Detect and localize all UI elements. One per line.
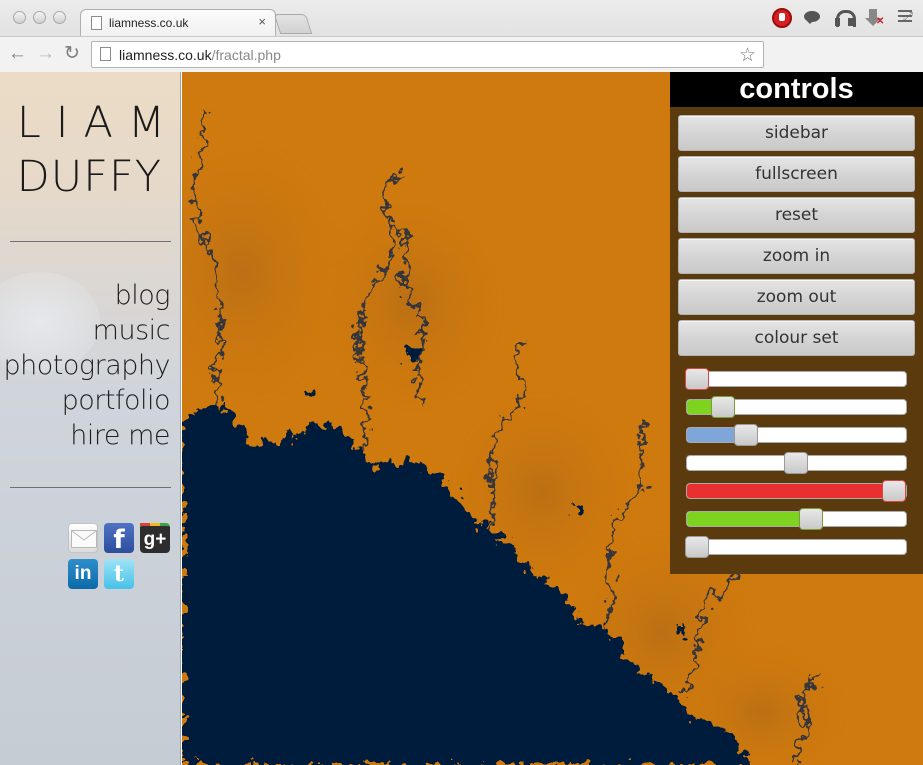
bookmark-star-icon[interactable]: ☆ — [739, 44, 756, 67]
twitter-icon[interactable]: t — [104, 559, 134, 589]
hamburger-menu-icon[interactable] — [898, 10, 912, 23]
page-content: LIAM DUFFY blog music photography portfo… — [0, 72, 923, 765]
adblock-stop-icon[interactable] — [772, 8, 792, 28]
linkedin-icon[interactable]: in — [68, 559, 98, 589]
slider-6[interactable] — [686, 508, 907, 530]
slider-handle[interactable] — [711, 396, 735, 418]
zoom-window-button[interactable] — [53, 11, 66, 24]
slider-handle[interactable] — [784, 452, 808, 474]
nav-link-hire-me[interactable]: hire me — [4, 418, 170, 453]
url-text[interactable]: liamness.co.uk/fractal.php — [119, 47, 281, 63]
tab-title: liamness.co.uk — [109, 16, 189, 30]
reload-icon[interactable]: ↻ — [64, 42, 80, 66]
address-bar[interactable]: liamness.co.uk/fractal.php ☆ — [91, 41, 764, 68]
slider-handle[interactable] — [685, 536, 709, 558]
slider-4[interactable] — [686, 452, 907, 474]
controls-title: controls — [670, 72, 923, 107]
site-title-first-name: LIAM — [16, 98, 180, 148]
slider-1[interactable] — [685, 368, 907, 390]
chat-bubble-icon[interactable] — [803, 8, 823, 28]
close-window-button[interactable] — [13, 11, 26, 24]
browser-toolbar: ← → ↻ liamness.co.uk/fractal.php ☆ — [0, 36, 923, 72]
download-error-badge: ✕ — [876, 16, 885, 27]
forward-arrow-icon[interactable]: → — [36, 42, 55, 66]
close-tab-icon[interactable]: × — [258, 14, 266, 29]
slider-handle[interactable] — [799, 508, 823, 530]
slider-3[interactable] — [686, 424, 907, 446]
facebook-icon[interactable]: f — [104, 523, 134, 555]
zoom-out-button[interactable]: zoom out — [678, 279, 915, 315]
google-plus-icon[interactable]: g+ — [140, 523, 170, 553]
slider-fill — [687, 512, 811, 526]
email-icon[interactable] — [68, 523, 98, 553]
page-icon — [91, 16, 102, 30]
new-tab-button[interactable] — [273, 14, 313, 34]
divider — [10, 487, 171, 488]
url-host: liamness.co.uk — [119, 47, 212, 63]
slider-handle[interactable] — [882, 480, 906, 502]
slider-7[interactable] — [685, 536, 907, 558]
minimize-window-button[interactable] — [33, 11, 46, 24]
reset-button[interactable]: reset — [678, 197, 915, 233]
nav-link-portfolio[interactable]: portfolio — [4, 383, 171, 418]
site-title-last-name: DUFFY — [16, 152, 162, 202]
slider-5[interactable] — [686, 480, 907, 502]
slider-2[interactable] — [686, 396, 907, 418]
browser-chrome: liamness.co.uk × ⤢ ← → ↻ liamness.co.uk/… — [0, 0, 923, 72]
url-path: /fractal.php — [211, 47, 281, 63]
nav-link-blog[interactable]: blog — [4, 278, 171, 313]
slider-fill — [687, 484, 894, 498]
headphones-icon[interactable] — [834, 8, 856, 28]
divider — [10, 241, 171, 242]
slider-handle[interactable] — [685, 368, 709, 390]
back-arrow-icon[interactable]: ← — [8, 42, 27, 66]
zoom-in-button[interactable]: zoom in — [678, 238, 915, 274]
controls-panel: controls sidebar fullscreen reset zoom i… — [670, 72, 923, 574]
fullscreen-button[interactable]: fullscreen — [678, 156, 915, 192]
site-navigation: blog music photography portfolio hire me — [4, 278, 171, 453]
browser-tab[interactable]: liamness.co.uk × — [80, 9, 276, 36]
nav-link-photography[interactable]: photography — [4, 348, 171, 383]
colour-set-button[interactable]: colour set — [678, 320, 915, 356]
nav-link-music[interactable]: music — [4, 313, 171, 348]
page-icon — [100, 47, 111, 61]
slider-handle[interactable] — [734, 424, 758, 446]
sidebar: LIAM DUFFY blog music photography portfo… — [0, 72, 181, 765]
sidebar-toggle-button[interactable]: sidebar — [678, 115, 915, 151]
